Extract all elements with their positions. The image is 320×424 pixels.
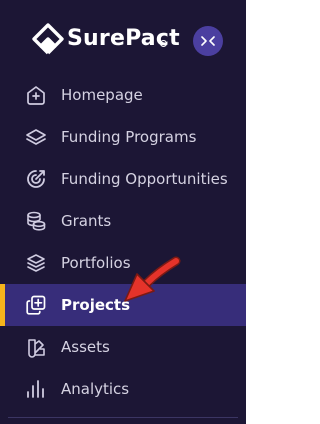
brand-header: SurePact	[0, 0, 246, 84]
sidebar-item-assets[interactable]: Assets	[0, 326, 246, 368]
sidebar-item-label: Homepage	[61, 86, 143, 104]
sidebar-item-portfolios[interactable]: Portfolios	[0, 242, 246, 284]
copy-plus-icon	[26, 295, 46, 315]
surepact-logo-icon	[32, 23, 64, 55]
shapes-icon	[28, 339, 45, 358]
layers-icon	[26, 129, 46, 145]
brand-name: SurePact	[67, 26, 180, 51]
sidebar-item-funding-programs[interactable]: Funding Programs	[0, 116, 246, 158]
sidebar: SurePact Homepage Funding Programs Fundi…	[0, 0, 246, 424]
sidebar-item-label: Portfolios	[61, 254, 131, 272]
sidebar-item-label: Assets	[61, 338, 110, 356]
sidebar-item-grants[interactable]: Grants	[0, 200, 246, 242]
sidebar-item-label: Projects	[61, 296, 131, 314]
sidebar-item-label: Grants	[61, 212, 112, 230]
sidebar-item-analytics[interactable]: Analytics	[0, 368, 246, 410]
sidebar-divider	[8, 417, 238, 418]
sidebar-item-homepage[interactable]: Homepage	[0, 74, 246, 116]
sidebar-item-label: Funding Opportunities	[61, 170, 228, 188]
collapse-sidebar-button[interactable]	[193, 26, 223, 56]
bar-chart-icon	[27, 380, 44, 398]
coin-stack-icon	[27, 211, 46, 231]
home-plus-icon	[27, 86, 45, 105]
registered-mark-icon	[160, 40, 167, 47]
sidebar-item-funding-opportunities[interactable]: Funding Opportunities	[0, 158, 246, 200]
target-icon	[27, 170, 45, 188]
stacked-layers-icon	[27, 254, 45, 272]
sidebar-item-projects[interactable]: Projects	[0, 284, 246, 326]
sidebar-item-label: Funding Programs	[61, 128, 197, 146]
sidebar-item-label: Analytics	[61, 380, 130, 398]
collapse-arrows-icon	[201, 36, 215, 46]
